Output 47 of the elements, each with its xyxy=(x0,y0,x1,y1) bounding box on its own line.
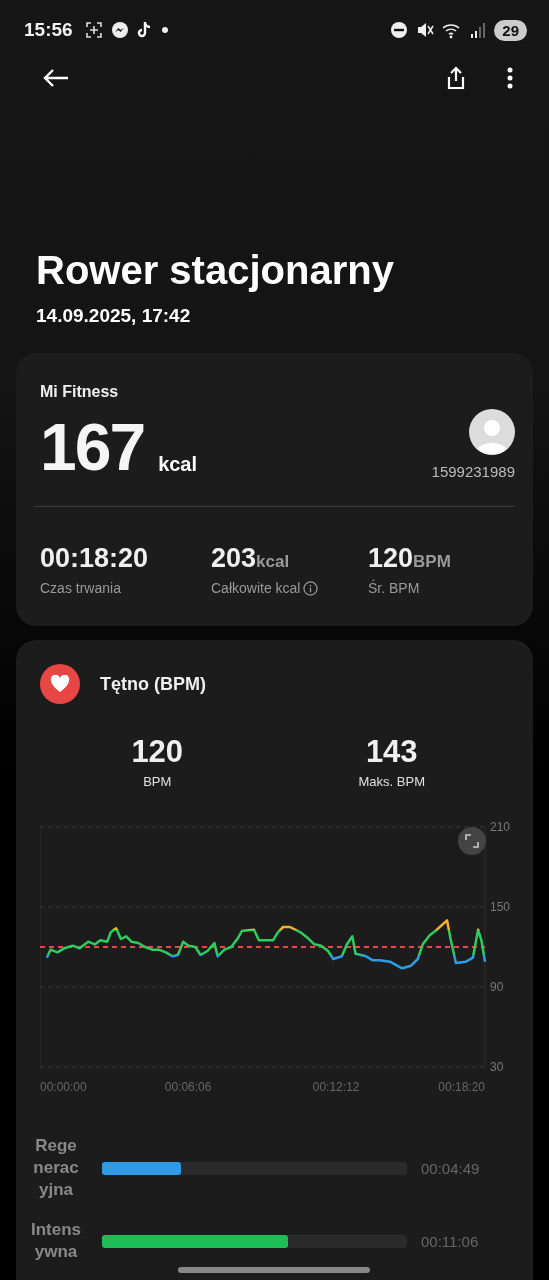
stat-unit: kcal xyxy=(256,552,290,571)
signal-icon xyxy=(470,22,487,38)
workout-title: Rower stacjonarny xyxy=(36,248,395,293)
music-note-icon xyxy=(136,21,153,39)
stat-value: 120 xyxy=(368,543,414,573)
y-tick-label: 210 xyxy=(490,820,511,834)
notification-dot-icon xyxy=(160,26,169,34)
metric-label: Maks. BPM xyxy=(358,774,425,789)
stat-label: Śr. BPM xyxy=(368,580,420,596)
x-tick-label: 00:06:06 xyxy=(164,1080,212,1094)
calories-unit: kcal xyxy=(158,453,198,476)
stat-unit: BPM xyxy=(413,552,451,571)
x-tick-label: 00:18:20 xyxy=(438,1080,485,1094)
x-tick-label: 00:12:12 xyxy=(312,1080,360,1094)
zone-duration: 00:11:06 xyxy=(421,1232,480,1250)
calories-value: 167 xyxy=(40,414,145,480)
metric-label: BPM xyxy=(143,774,172,789)
expand-button[interactable] xyxy=(458,827,486,855)
share-icon[interactable] xyxy=(445,66,467,90)
messenger-icon xyxy=(110,21,129,39)
metric-value: 120 xyxy=(131,734,184,770)
info-icon[interactable] xyxy=(303,580,319,596)
zone-name: Intensywna xyxy=(30,1219,82,1263)
screenshot-icon xyxy=(84,21,103,39)
status-time: 15:56 xyxy=(24,19,73,41)
zone-duration: 00:04:49 xyxy=(421,1159,481,1177)
y-tick-label: 150 xyxy=(490,900,511,914)
more-options-icon[interactable] xyxy=(507,67,513,89)
workout-date: 14.09.2025, 17:42 xyxy=(36,305,192,327)
avatar-icon xyxy=(469,409,515,455)
expand-icon xyxy=(465,834,479,848)
source-label: Mi Fitness xyxy=(40,383,120,401)
heart-rate-title: Tętno (BPM) xyxy=(100,673,206,695)
metric-value: 143 xyxy=(365,734,418,770)
do-not-disturb-icon xyxy=(390,21,409,39)
stat-value: 203 xyxy=(211,543,257,573)
stat-label: Czas trwania xyxy=(40,580,121,596)
stat-label: Całkowite kcal xyxy=(211,580,301,596)
user-id: 1599231989 xyxy=(431,463,515,480)
y-tick-label: 90 xyxy=(490,980,504,994)
x-tick-label: 00:00:00 xyxy=(40,1080,87,1094)
y-tick-label: 30 xyxy=(490,1060,504,1074)
battery-level: 29 xyxy=(494,19,527,41)
mute-icon xyxy=(416,21,435,39)
zone-name: Regeneracyjna xyxy=(32,1135,80,1201)
back-arrow-icon[interactable] xyxy=(42,68,70,88)
stat-value: 00:18:20 xyxy=(40,543,149,573)
